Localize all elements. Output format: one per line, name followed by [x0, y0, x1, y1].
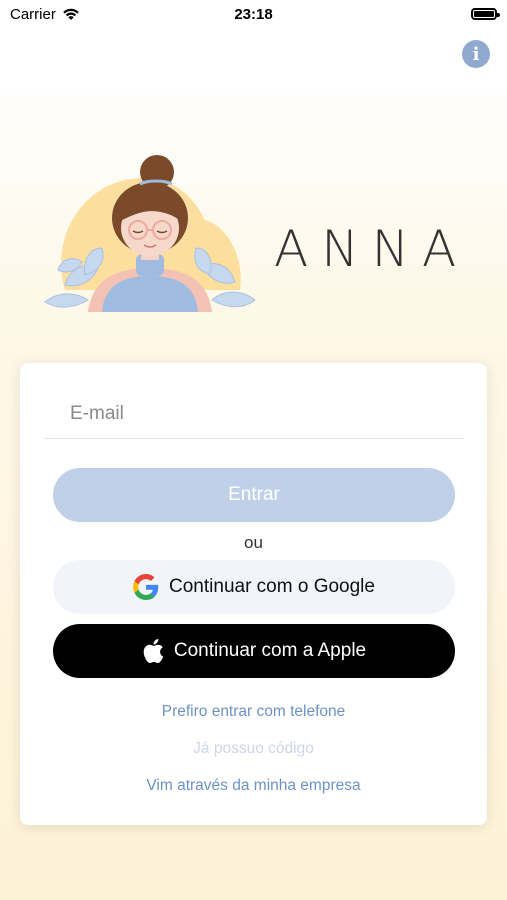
top-bar: i	[0, 28, 507, 80]
battery-icon	[471, 8, 500, 20]
google-icon	[133, 574, 159, 600]
info-icon: i	[472, 43, 480, 65]
company-login-link[interactable]: Vim através da minha empresa	[20, 777, 487, 795]
apple-icon	[143, 639, 164, 664]
login-card: Entrar ou Continuar com o Google Continu…	[20, 363, 487, 825]
enter-button[interactable]: Entrar	[53, 468, 455, 522]
status-bar: Carrier 23:18	[0, 0, 507, 28]
google-label: Continuar com o Google	[169, 576, 375, 597]
brand-name: ANNA	[274, 220, 470, 278]
wifi-icon	[63, 8, 79, 20]
or-divider: ou	[244, 533, 263, 552]
enter-label: Entrar	[228, 484, 280, 505]
carrier-label: Carrier	[10, 5, 56, 23]
info-button[interactable]: i	[462, 40, 490, 68]
apple-signin-button[interactable]: Continuar com a Apple	[53, 624, 455, 678]
google-signin-button[interactable]: Continuar com o Google	[53, 560, 455, 614]
status-left: Carrier	[10, 6, 80, 23]
phone-login-link[interactable]: Prefiro entrar com telefone	[20, 703, 487, 721]
email-field[interactable]	[44, 389, 464, 439]
apple-label: Continuar com a Apple	[173, 640, 367, 661]
avatar-illustration	[44, 155, 256, 312]
have-code-link[interactable]: Já possuo código	[20, 740, 487, 758]
